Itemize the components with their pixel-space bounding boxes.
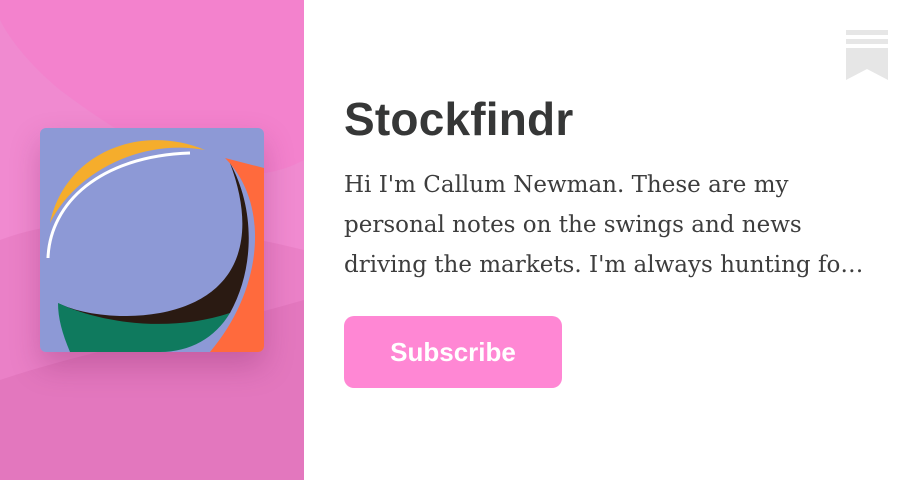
subscribe-button[interactable]: Subscribe (344, 316, 562, 388)
info-panel: Stockfindr Hi I'm Callum Newman. These a… (304, 0, 920, 480)
publication-logo[interactable] (40, 128, 264, 352)
publication-title: Stockfindr (344, 93, 574, 145)
cover-panel (0, 0, 304, 480)
publication-description: Hi I'm Callum Newman. These are my perso… (344, 172, 852, 278)
bookmark-icon[interactable] (846, 30, 888, 80)
